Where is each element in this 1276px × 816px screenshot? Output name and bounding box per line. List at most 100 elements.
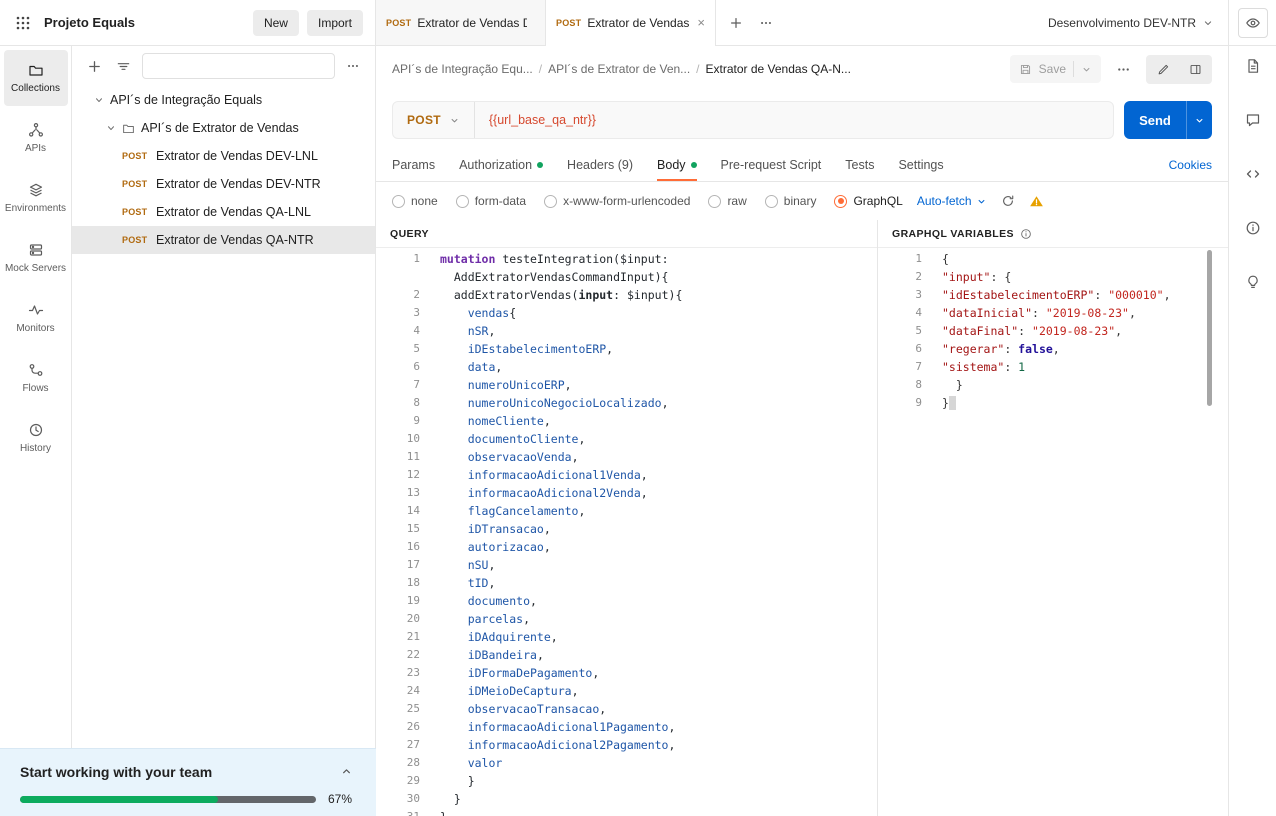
request-item[interactable]: POST Extrator de Vendas DEV-LNL xyxy=(72,142,375,170)
body-type-option[interactable]: binary xyxy=(765,194,817,208)
scrollbar-thumb[interactable] xyxy=(1207,250,1212,406)
request-tab-inactive[interactable]: POST Extrator de Vendas DEV xyxy=(376,0,546,45)
request-section-tab[interactable]: Settings xyxy=(898,148,943,181)
workspace-switcher-icon[interactable] xyxy=(12,12,34,34)
documentation-button[interactable] xyxy=(1148,57,1178,82)
line-number: 3 xyxy=(376,304,426,322)
chevron-up-icon[interactable] xyxy=(337,762,356,781)
lightbulb-icon[interactable] xyxy=(1242,271,1264,293)
refresh-schema-icon[interactable] xyxy=(1001,194,1015,208)
body-type-option[interactable]: raw xyxy=(708,194,746,208)
nav-apis[interactable]: APIs xyxy=(4,110,68,166)
request-item[interactable]: POST Extrator de Vendas QA-LNL xyxy=(72,198,375,226)
radio-icon[interactable] xyxy=(392,195,405,208)
code-text: nSU, xyxy=(426,556,495,574)
nav-environments[interactable]: Environments xyxy=(4,170,68,226)
line-number: 7 xyxy=(376,376,426,394)
line-number: 31 xyxy=(376,808,426,816)
line-number: 13 xyxy=(376,484,426,502)
radio-icon[interactable] xyxy=(708,195,721,208)
nav-flows[interactable]: Flows xyxy=(4,350,68,406)
comments-icon[interactable] xyxy=(1242,109,1264,131)
request-section-tab[interactable]: Tests xyxy=(845,148,874,181)
request-tab-active[interactable]: POST Extrator de Vendas QA- × xyxy=(546,0,716,45)
request-item[interactable]: POST Extrator de Vendas DEV-NTR xyxy=(72,170,375,198)
line-number: 4 xyxy=(878,304,928,322)
breadcrumb: API´s de Integração Equ... / API´s de Ex… xyxy=(376,46,1228,92)
new-tab-icon[interactable] xyxy=(726,13,746,33)
graphql-query-editor[interactable]: 1 mutation testeIntegration($input: AddE… xyxy=(376,248,877,816)
collections-icon xyxy=(28,62,44,78)
request-section-tab[interactable]: Headers (9) xyxy=(567,148,633,181)
documentation-icon[interactable] xyxy=(1242,55,1264,77)
chevron-down-icon[interactable] xyxy=(94,95,104,105)
tab-options-icon[interactable] xyxy=(756,13,776,33)
graphql-body-area: QUERY 1 mutation testeIntegration($input… xyxy=(376,220,1228,816)
info-icon[interactable] xyxy=(1242,217,1264,239)
code-line: 8 numeroUnicoNegocioLocalizado, xyxy=(376,394,877,412)
send-options-button[interactable] xyxy=(1186,101,1212,139)
graphql-variables-editor[interactable]: 1 { 2 "input": { 3 xyxy=(878,248,1228,816)
save-options-icon[interactable] xyxy=(1081,64,1092,75)
breadcrumb-folder[interactable]: API´s de Extrator de Ven... xyxy=(548,62,690,76)
body-type-option[interactable]: form-data xyxy=(456,194,526,208)
code-text: numeroUnicoNegocioLocalizado, xyxy=(426,394,669,412)
body-type-option[interactable]: GraphQL xyxy=(834,194,902,208)
code-text: nSR, xyxy=(426,322,495,340)
breadcrumb-collection[interactable]: API´s de Integração Equ... xyxy=(392,62,533,76)
code-text: iDMeioDeCaptura, xyxy=(426,682,579,700)
code-text: flagCancelamento, xyxy=(426,502,585,520)
line-number: 11 xyxy=(376,448,426,466)
method-selector[interactable]: POST xyxy=(393,102,475,138)
body-type-option[interactable]: none xyxy=(392,194,438,208)
code-line: 30 } xyxy=(376,790,877,808)
close-tab-icon[interactable]: × xyxy=(697,16,705,29)
workspace-header: Projeto Equals New Import xyxy=(0,0,376,45)
code-text: AddExtratorVendasCommandInput){ xyxy=(426,268,668,286)
code-line: 26 informacaoAdicional1Pagamento, xyxy=(376,718,877,736)
nav-label: Monitors xyxy=(16,323,54,334)
add-collection-icon[interactable] xyxy=(84,56,105,77)
nav-history[interactable]: History xyxy=(4,410,68,466)
body-type-options: none form-data x-www-form-urlencoded xyxy=(392,194,903,208)
schema-warning-icon[interactable] xyxy=(1029,194,1044,209)
comments-button[interactable] xyxy=(1180,57,1210,82)
collection-folder-item[interactable]: API´s de Extrator de Vendas xyxy=(72,114,375,142)
nav-mock-servers[interactable]: Mock Servers xyxy=(4,230,68,286)
progress-percentage: 67% xyxy=(328,792,356,806)
import-button[interactable]: Import xyxy=(307,10,363,36)
request-item[interactable]: POST Extrator de Vendas QA-NTR xyxy=(72,226,375,254)
body-type-option[interactable]: x-www-form-urlencoded xyxy=(544,194,690,208)
cookies-link[interactable]: Cookies xyxy=(1169,158,1212,172)
radio-icon[interactable] xyxy=(544,195,557,208)
info-icon[interactable] xyxy=(1020,228,1032,240)
new-button[interactable]: New xyxy=(253,10,299,36)
collection-root-item[interactable]: API´s de Integração Equals xyxy=(72,86,375,114)
breadcrumb-request[interactable]: Extrator de Vendas QA-N... xyxy=(706,62,851,76)
url-input[interactable]: {{url_base_qa_ntr}} xyxy=(475,102,1113,138)
filter-icon[interactable] xyxy=(113,56,134,77)
sidebar-search-input[interactable] xyxy=(142,53,335,79)
request-section-tab[interactable]: Pre-request Script xyxy=(721,148,822,181)
code-line: 18 tID, xyxy=(376,574,877,592)
request-section-tab[interactable]: Params xyxy=(392,148,435,181)
radio-icon[interactable] xyxy=(834,195,847,208)
environment-selector[interactable]: Desenvolvimento DEV-NTR xyxy=(1034,0,1228,45)
autofetch-dropdown[interactable]: Auto-fetch xyxy=(917,194,987,208)
nav-collections[interactable]: Collections xyxy=(4,50,68,106)
save-button[interactable]: Save xyxy=(1010,55,1101,83)
radio-icon[interactable] xyxy=(765,195,778,208)
tab-label: Tests xyxy=(845,158,874,172)
request-section-tab[interactable]: Body xyxy=(657,148,697,181)
line-number: 19 xyxy=(376,592,426,610)
radio-icon[interactable] xyxy=(456,195,469,208)
chevron-down-icon[interactable] xyxy=(106,123,116,133)
request-section-tab[interactable]: Authorization xyxy=(459,148,543,181)
chevron-down-icon xyxy=(1202,17,1214,29)
eye-icon[interactable] xyxy=(1238,8,1268,38)
send-button[interactable]: Send xyxy=(1124,101,1186,139)
request-more-actions-icon[interactable] xyxy=(1113,59,1134,80)
nav-monitors[interactable]: Monitors xyxy=(4,290,68,346)
sidebar-more-icon[interactable] xyxy=(343,56,363,76)
code-snippet-icon[interactable] xyxy=(1242,163,1264,185)
